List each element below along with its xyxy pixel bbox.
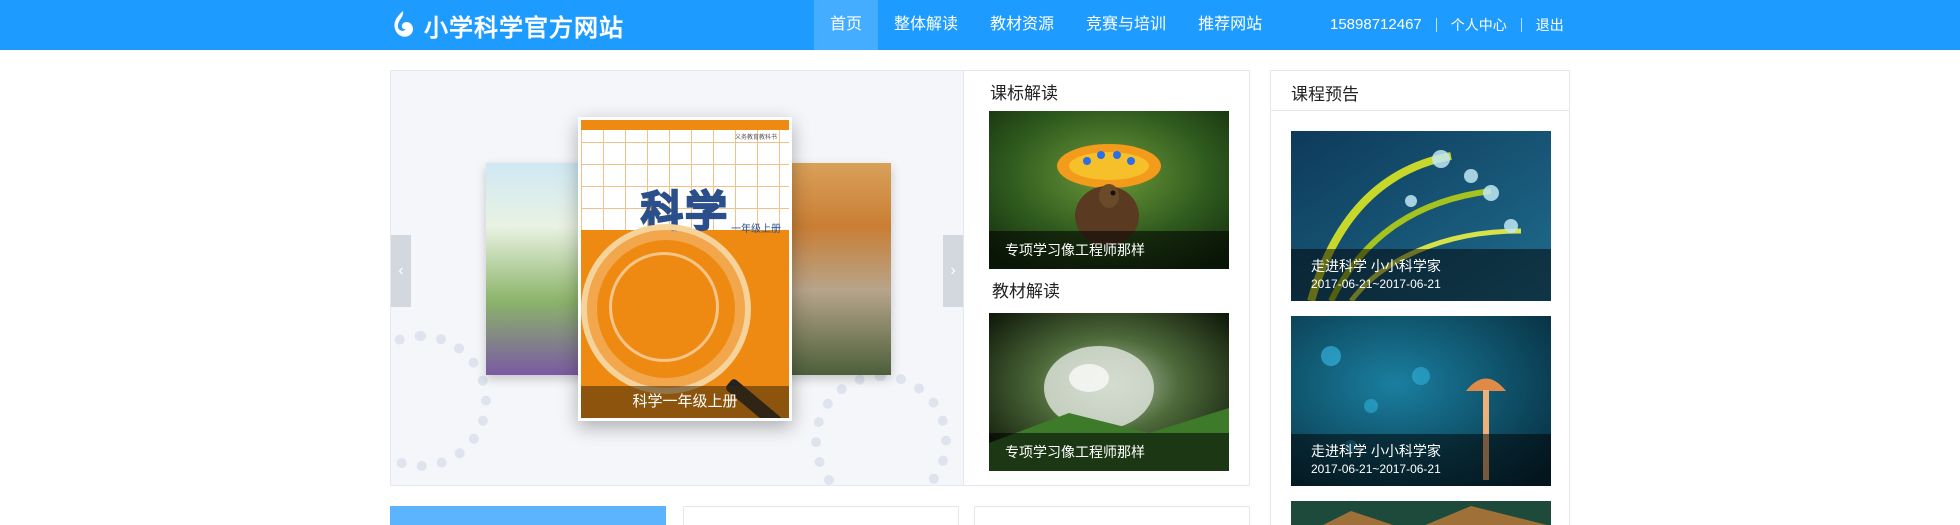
textbook-cover-main[interactable]: 义务教育教科书 科学 一年级上册 科学一年级上册 xyxy=(578,117,792,421)
curriculum-image-caption: 专项学习像工程师那样 xyxy=(989,231,1229,269)
chevron-left-icon: ‹ xyxy=(398,262,404,279)
course-title: 走进科学 小小科学家 xyxy=(1311,258,1441,274)
course-caption: 走进科学 小小科学家 2017-06-21~2017-06-21 xyxy=(1291,434,1551,486)
bottom-tab-card[interactable] xyxy=(974,506,1250,525)
course-caption: 走进科学 小小科学家 2017-06-21~2017-06-21 xyxy=(1291,249,1551,301)
nav-item-competition-training[interactable]: 竞赛与培训 xyxy=(1070,0,1182,50)
course-title: 走进科学 小小科学家 xyxy=(1311,443,1441,459)
top-navigation-bar: 小学科学官方网站 首页 整体解读 教材资源 竞赛与培训 推荐网站 1589871… xyxy=(0,0,1960,50)
cover-series-text: 义务教育教科书 xyxy=(734,135,777,141)
course-card[interactable]: 走进科学 小小科学家 2017-06-21~2017-06-21 xyxy=(1291,316,1551,486)
course-photo-partial xyxy=(1291,501,1551,525)
nav-item-textbook-resources[interactable]: 教材资源 xyxy=(974,0,1070,50)
bottom-tab-card[interactable] xyxy=(683,506,959,525)
textbook-carousel: 义务教育教科书 科学 一年级上册 科学一年级上册 ‹ › xyxy=(390,70,964,486)
course-card[interactable] xyxy=(1291,501,1551,525)
flame-swirl-icon xyxy=(394,11,413,37)
main-nav: 首页 整体解读 教材资源 竞赛与培训 推荐网站 xyxy=(814,0,1278,50)
course-card[interactable]: 走进科学 小小科学家 2017-06-21~2017-06-21 xyxy=(1291,131,1551,301)
cover-band xyxy=(581,120,789,130)
nav-item-home[interactable]: 首页 xyxy=(814,0,879,50)
textbook-image-caption: 专项学习像工程师那样 xyxy=(989,433,1229,471)
cover-subtitle: 一年级上册 xyxy=(731,224,781,235)
user-phone[interactable]: 15898712467 xyxy=(1318,17,1436,32)
chevron-right-icon: › xyxy=(950,262,956,279)
bottom-tab-card-active[interactable] xyxy=(390,506,666,525)
gear-decoration xyxy=(811,371,951,485)
nav-item-recommended-sites[interactable]: 推荐网站 xyxy=(1182,0,1278,50)
interpretation-panel: 课标解读 专项学习像工程师那样 教材解读 专项学习像工程师那样 xyxy=(964,70,1250,486)
magnifier-inner-ring xyxy=(609,252,719,362)
section-title-textbook: 教材解读 xyxy=(992,282,1060,301)
site-title: 小学科学官方网站 xyxy=(424,14,624,42)
carousel-next-button[interactable]: › xyxy=(943,235,963,307)
site-logo[interactable]: 小学科学官方网站 xyxy=(390,6,624,44)
logout-link[interactable]: 退出 xyxy=(1522,18,1578,32)
textbook-image-card[interactable]: 专项学习像工程师那样 xyxy=(989,313,1229,471)
carousel-prev-button[interactable]: ‹ xyxy=(391,235,411,307)
section-title-curriculum: 课标解读 xyxy=(990,84,1058,103)
gear-decoration xyxy=(391,331,491,471)
user-bar: 15898712467 个人中心 退出 xyxy=(1318,0,1578,50)
course-preview-panel: 课程预告 走进科学 小小科学家 2017-06-21~2017-06-21 走进… xyxy=(1270,70,1570,525)
textbook-cover-right[interactable] xyxy=(781,163,891,375)
curriculum-image-card[interactable]: 专项学习像工程师那样 xyxy=(989,111,1229,269)
course-preview-title: 课程预告 xyxy=(1291,85,1359,104)
carousel-caption: 科学一年级上册 xyxy=(581,386,789,418)
course-date: 2017-06-21~2017-06-21 xyxy=(1311,277,1441,291)
course-date: 2017-06-21~2017-06-21 xyxy=(1311,462,1441,476)
nav-item-overall-interpretation[interactable]: 整体解读 xyxy=(878,0,974,50)
personal-center-link[interactable]: 个人中心 xyxy=(1437,18,1521,32)
course-preview-header: 课程预告 xyxy=(1271,71,1569,111)
